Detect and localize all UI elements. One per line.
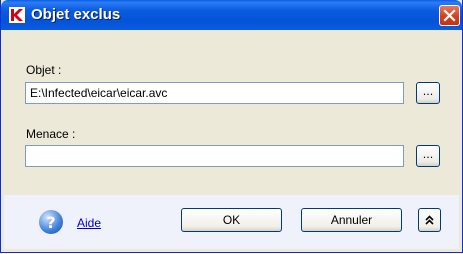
close-icon	[443, 9, 456, 22]
threat-field[interactable]	[25, 145, 404, 167]
dialog-footer: ? Aide OK Annuler	[4, 195, 459, 249]
object-browse-button[interactable]: ...	[416, 82, 440, 104]
help-link[interactable]: Aide	[77, 216, 101, 230]
kaspersky-k-icon	[9, 7, 25, 23]
svg-text:?: ?	[46, 213, 55, 232]
title-bar[interactable]: Objet exclus	[1, 0, 462, 30]
threat-label: Menace :	[26, 127, 76, 141]
help-icon[interactable]: ?	[39, 210, 63, 234]
dialog-window: Objet exclus Objet : E:\Infected\eicar\e…	[0, 0, 463, 253]
dialog-body: Objet : E:\Infected\eicar\eicar.avc ... …	[4, 30, 459, 195]
object-field[interactable]: E:\Infected\eicar\eicar.avc	[25, 82, 404, 104]
double-chevron-up-icon	[425, 215, 434, 225]
close-button[interactable]	[439, 5, 460, 26]
threat-browse-button[interactable]: ...	[416, 145, 440, 167]
window-title: Objet exclus	[31, 6, 121, 23]
object-label: Objet :	[26, 63, 62, 77]
cancel-button[interactable]: Annuler	[301, 208, 402, 232]
ok-button[interactable]: OK	[181, 208, 282, 232]
collapse-button[interactable]	[418, 208, 441, 232]
